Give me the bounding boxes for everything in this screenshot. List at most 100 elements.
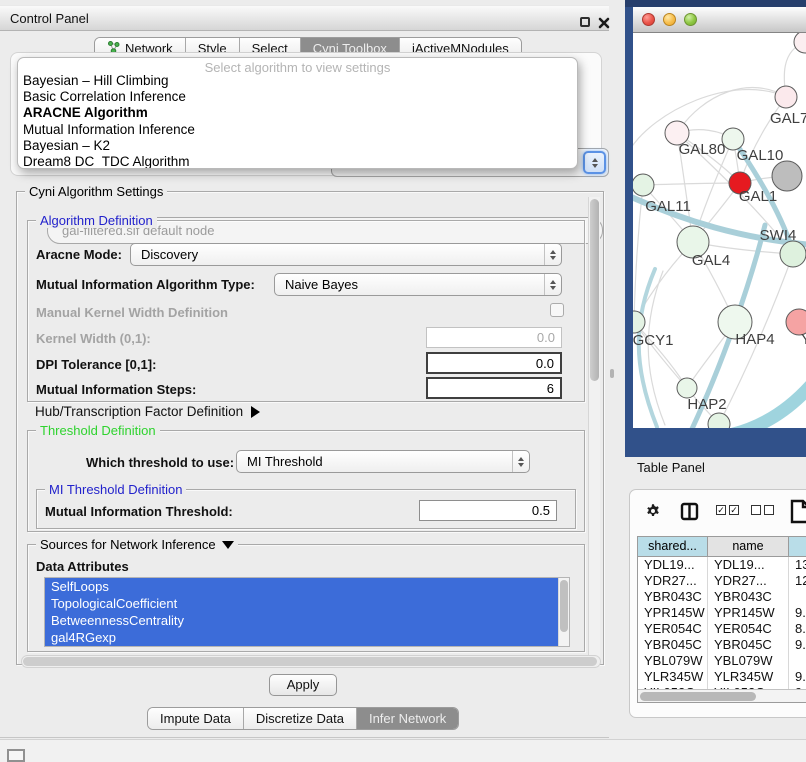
network-edge[interactable] xyxy=(643,183,740,185)
dropdown-item[interactable]: Bayesian – K2 xyxy=(18,138,577,154)
table-row[interactable]: YLR345WYLR345W9. xyxy=(638,669,806,685)
network-window-titlebar[interactable] xyxy=(633,7,806,33)
network-node[interactable] xyxy=(772,161,802,191)
table-cell: YLR345W xyxy=(708,669,789,685)
mi-threshold-input[interactable]: 0.5 xyxy=(419,500,557,521)
settings-scrollbar-thumb[interactable] xyxy=(590,199,599,381)
table-horizontal-scrollbar[interactable] xyxy=(638,689,806,702)
network-edge[interactable] xyxy=(725,383,806,428)
settings-horizontal-thumb[interactable] xyxy=(23,657,597,666)
table-panel: ✓✓ shared...nameA... YDL19...YDL19...13Y… xyxy=(629,489,806,718)
dropdown-hint: Select algorithm to view settings xyxy=(18,58,577,73)
sources-group: Sources for Network Inference Data Attri… xyxy=(27,544,585,652)
chevron-up-down-icon xyxy=(544,244,561,265)
algorithm-dropdown-popup: Select algorithm to view settings Bayesi… xyxy=(17,57,578,169)
table-header-row: shared...nameA... xyxy=(638,537,806,557)
table-row[interactable]: YBL079WYBL079W xyxy=(638,653,806,669)
which-threshold-label: Which threshold to use: xyxy=(86,455,234,470)
document-icon[interactable] xyxy=(790,499,806,529)
table-row[interactable]: YPR145WYPR145W9. xyxy=(638,605,806,621)
table-horizontal-thumb[interactable] xyxy=(640,692,756,701)
network-graph[interactable]: GAL7GAL80GAL10GAL1GAL11SWI4GAL4GCY1HAP4Y… xyxy=(633,33,806,428)
mi-steps-input[interactable]: 6 xyxy=(426,377,562,399)
kernel-width-input[interactable]: 0.0 xyxy=(426,327,562,348)
node-label: Y xyxy=(801,331,806,348)
dropdown-item[interactable]: Dream8 DC_TDC Algorithm xyxy=(18,154,577,169)
minimized-panel-icon[interactable] xyxy=(7,749,25,762)
select-all-columns-icon[interactable]: ✓✓ xyxy=(716,505,739,515)
minimize-button[interactable] xyxy=(663,13,676,26)
attribute-item[interactable]: TopologicalCoefficient xyxy=(45,595,558,612)
mi-threshold-label: Mutual Information Threshold: xyxy=(45,504,233,519)
aracne-mode-combobox[interactable]: Discovery xyxy=(130,243,562,266)
dropdown-item[interactable]: ARACNE Algorithm xyxy=(18,105,577,121)
close-icon[interactable] xyxy=(598,16,610,28)
float-panel-icon[interactable] xyxy=(580,17,590,27)
zoom-button[interactable] xyxy=(684,13,697,26)
attribute-item[interactable]: gal4RGexp xyxy=(45,629,558,646)
aracne-mode-label: Aracne Mode: xyxy=(36,247,122,262)
network-window-frame xyxy=(625,0,806,7)
dpi-tolerance-label: DPI Tolerance [0,1]: xyxy=(36,357,156,372)
column-header[interactable]: A... xyxy=(789,537,806,556)
expand-right-icon[interactable] xyxy=(251,406,260,418)
settings-scrollbar[interactable] xyxy=(588,197,600,657)
apply-button[interactable]: Apply xyxy=(269,674,337,696)
close-button[interactable] xyxy=(642,13,655,26)
table-cell: YBL079W xyxy=(708,653,789,669)
column-header[interactable]: name xyxy=(708,537,789,556)
table-cell: YBL079W xyxy=(638,653,708,669)
network-node[interactable] xyxy=(775,86,797,108)
dropdown-item[interactable]: Basic Correlation Inference xyxy=(18,89,577,105)
cyni-algorithm-settings-group: Cyni Algorithm Settings Algorithm Defini… xyxy=(16,191,604,665)
network-canvas[interactable]: GAL7GAL80GAL10GAL1GAL11SWI4GAL4GCY1HAP4Y… xyxy=(633,33,806,428)
cyni-bottom-tabbar: Impute DataDiscretize Data Infer Network xyxy=(147,707,459,730)
mi-type-combobox[interactable]: Naive Bayes xyxy=(274,273,562,296)
network-node[interactable] xyxy=(780,241,806,267)
network-view-window: GAL7GAL80GAL10GAL1GAL11SWI4GAL4GCY1HAP4Y… xyxy=(625,0,806,457)
table-row[interactable]: YER054CYER054C8. xyxy=(638,621,806,637)
mi-type-label: Mutual Information Algorithm Type: xyxy=(36,277,255,292)
settings-horizontal-scrollbar[interactable] xyxy=(21,655,601,668)
table-row[interactable]: YDR27...YDR27...12 xyxy=(638,573,806,589)
table-row[interactable]: YDL19...YDL19...13 xyxy=(638,557,806,573)
table-row[interactable]: YBR043CYBR043C xyxy=(638,589,806,605)
network-node[interactable] xyxy=(677,378,697,398)
dropdown-item[interactable]: Bayesian – Hill Climbing xyxy=(18,73,577,89)
table-cell: 12 xyxy=(789,573,806,589)
tab-label: Infer Network xyxy=(369,711,446,726)
attribute-item[interactable]: SelfLoops xyxy=(45,578,558,595)
node-label: GAL4 xyxy=(692,252,730,269)
sources-group-title[interactable]: Sources for Network Inference xyxy=(36,537,238,552)
attributes-scrollbar-thumb[interactable] xyxy=(560,580,568,632)
collapse-down-icon[interactable] xyxy=(222,541,234,549)
table-cell: 9. xyxy=(789,669,806,685)
which-threshold-value: MI Threshold xyxy=(247,454,323,469)
manual-kernel-checkbox[interactable] xyxy=(550,303,564,317)
tab-infer-network[interactable]: Infer Network xyxy=(357,708,458,729)
gear-icon[interactable] xyxy=(644,502,662,525)
data-attributes-label: Data Attributes xyxy=(36,559,129,574)
table-row[interactable]: YBR045CYBR045C9. xyxy=(638,637,806,653)
dpi-tolerance-input[interactable]: 0.0 xyxy=(426,352,562,374)
column-header[interactable]: shared... xyxy=(638,537,708,556)
hub-definition-expander[interactable]: Hub/Transcription Factor Definition xyxy=(35,404,260,419)
hub-definition-label: Hub/Transcription Factor Definition xyxy=(35,404,243,419)
data-attributes-list[interactable]: SelfLoopsTopologicalCoefficientBetweenne… xyxy=(44,577,570,647)
combobox-stepper-focused[interactable] xyxy=(583,151,606,174)
panel-splitter-handle[interactable] xyxy=(610,369,614,378)
attribute-item[interactable]: BetweennessCentrality xyxy=(45,612,558,629)
network-node[interactable] xyxy=(794,33,806,53)
deselect-all-columns-icon[interactable] xyxy=(751,505,774,515)
node-table[interactable]: shared...nameA... YDL19...YDL19...13YDR2… xyxy=(637,536,806,703)
attributes-scrollbar[interactable] xyxy=(558,578,569,646)
tab-discretize-data[interactable]: Discretize Data xyxy=(244,708,357,729)
algorithm-definition-title: Algorithm Definition xyxy=(36,213,157,228)
network-node[interactable] xyxy=(633,174,654,196)
dropdown-item[interactable]: Mutual Information Inference xyxy=(18,122,577,138)
table-cell xyxy=(789,653,806,669)
network-edge[interactable] xyxy=(634,185,643,322)
tab-impute-data[interactable]: Impute Data xyxy=(148,708,244,729)
which-threshold-combobox[interactable]: MI Threshold xyxy=(236,450,530,473)
columns-icon[interactable] xyxy=(680,502,699,526)
